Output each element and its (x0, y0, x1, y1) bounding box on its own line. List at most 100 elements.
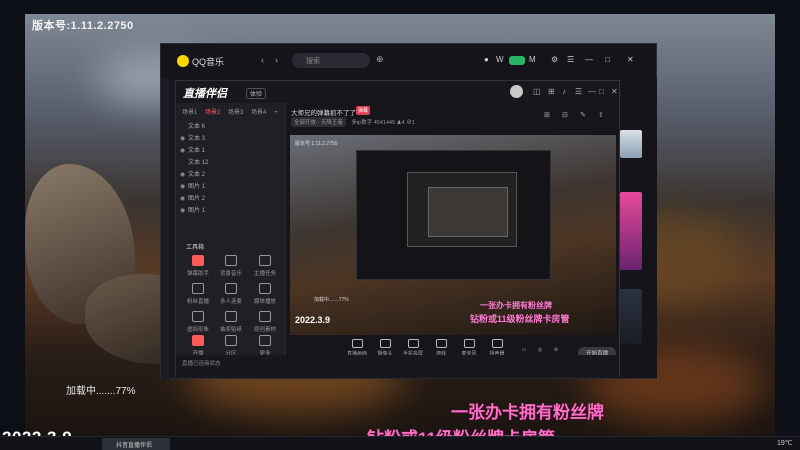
eye-icon[interactable]: ◉ (180, 147, 188, 154)
record-icon[interactable]: ▭ (518, 347, 530, 353)
source-item[interactable]: 文本 6 (180, 121, 280, 132)
eye-icon[interactable]: ◉ (180, 195, 188, 202)
taskbar-companion-button[interactable]: 抖音直播伴侣 (102, 438, 170, 450)
tool-more[interactable]: 更多 (250, 335, 280, 357)
room-lock-icon[interactable]: ⊞ (544, 111, 550, 119)
qq-title-bar: QQ音乐 ‹ › 搜索 ⊕ ● W M ⚙ ☰ — □ ✕ (161, 44, 656, 78)
tool-media-play[interactable]: 媒体播放 (250, 283, 280, 305)
microphone-icon (463, 339, 475, 348)
preview-nested-window (356, 150, 551, 280)
lottery-icon (225, 311, 237, 322)
stream-left-border (0, 14, 25, 436)
qq-forward-button[interactable]: › (275, 55, 278, 65)
eye-icon[interactable]: ◉ (180, 135, 188, 142)
tool-virtual-avatar[interactable]: 虚拟形象 (183, 311, 213, 333)
qq-user-initial: W (496, 55, 504, 64)
source-label: 文本 3 (188, 136, 206, 142)
tab-scene-1[interactable]: 场景1 (182, 110, 197, 116)
companion-menu-icon[interactable]: ☰ (575, 87, 582, 96)
info-icon[interactable]: ◎ (534, 347, 546, 353)
qq-poster-2[interactable] (620, 192, 642, 270)
more-icon (259, 335, 271, 346)
stream-top-border (0, 0, 800, 14)
tool-barrage-assistant[interactable]: 弹幕助手 (183, 255, 213, 277)
tool-background-music[interactable]: 背景音乐 (216, 255, 246, 277)
source-item[interactable]: ◉ 文本 1 (180, 145, 280, 156)
room-share-icon[interactable]: ⊟ (562, 111, 568, 119)
tool-multi-mic[interactable]: 多人连麦 (216, 283, 246, 305)
task-icon (259, 255, 271, 266)
room-settings-icon[interactable]: ⇪ (598, 111, 604, 119)
qq-menu-icon[interactable]: ☰ (567, 55, 574, 64)
mic-group-icon (225, 283, 237, 294)
source-item[interactable]: ◉ 文本 2 (180, 169, 280, 180)
companion-main-area: 大师兄的弹幕抓不了了 弹幕 全部开放 · 天降王者 多ip数字 4541445 … (286, 103, 619, 359)
tab-scene-4[interactable]: 场景4 (251, 110, 266, 116)
source-item[interactable]: ◉ 图片 2 (180, 193, 280, 204)
source-item[interactable]: ◉ 文本 3 (180, 133, 280, 144)
start-icon (192, 335, 204, 346)
companion-minimize-icon[interactable]: — (588, 87, 596, 96)
room-stats: 多ip数字 4541445 ♟4 ⊕1 (351, 120, 415, 126)
tool-category[interactable]: 分区 (216, 335, 246, 357)
qq-listen-icon[interactable]: ⊕ (376, 54, 384, 65)
preview-date: 2022.3.9 (295, 315, 331, 325)
stream-preview[interactable]: 版本号:1.11.2.2750 加载中.......77% 2022.3.9 一… (290, 135, 616, 335)
companion-title-tag: 体验 (246, 88, 267, 99)
qq-music-logo-icon (177, 55, 189, 67)
tool-lottery-sticker[interactable]: 抽奖贴纸 (216, 311, 246, 333)
tab-scene-3[interactable]: 场景3 (228, 110, 243, 116)
room-title[interactable]: 大师兄的弹幕抓不了了 (291, 107, 356, 117)
screen-icon (351, 339, 363, 348)
settings-icon[interactable]: ⚙ (550, 347, 562, 353)
qq-search-input[interactable]: 搜索 (292, 53, 370, 68)
qq-maximize-icon[interactable]: □ (605, 55, 610, 64)
taskbar-weather[interactable]: 19℃ (777, 439, 793, 447)
tool-original-material[interactable]: 原创素材 (250, 311, 280, 333)
companion-app-title: 直播伴侣 (183, 88, 227, 100)
tool-start[interactable]: 开播 (183, 335, 213, 357)
companion-avatar[interactable] (510, 85, 523, 98)
source-label: 图片 2 (188, 196, 206, 202)
qq-settings-icon[interactable]: ⚙ (551, 55, 558, 64)
eye-icon[interactable]: ◉ (180, 171, 188, 178)
qq-mail-icon[interactable]: M (529, 55, 536, 64)
qq-avatar-icon[interactable]: ● (484, 55, 489, 64)
stream-loading-label: 加载中.......77% (66, 386, 136, 397)
companion-close-icon[interactable]: ✕ (611, 87, 618, 96)
room-badge[interactable]: 弹幕 (356, 106, 371, 115)
qq-close-icon[interactable]: ✕ (627, 55, 634, 64)
companion-gift-icon[interactable]: ⊞ (548, 87, 555, 96)
room-category[interactable]: 全部开放 · 天降王者 (291, 117, 346, 127)
source-item[interactable]: ◉ 图片 1 (180, 205, 280, 216)
companion-skin-icon[interactable]: ◫ (533, 87, 541, 96)
qq-poster-1[interactable] (620, 130, 642, 158)
status-text: 直播已连接状态 (182, 361, 221, 367)
tool-host-task[interactable]: 主播任务 (250, 255, 280, 277)
source-label: 图片 1 (188, 208, 206, 214)
add-scene-icon[interactable]: + (274, 110, 278, 116)
source-label: 图片 1 (188, 184, 206, 190)
room-gift-icon[interactable]: ✎ (580, 111, 586, 119)
eye-icon[interactable]: ◉ (180, 207, 188, 214)
stream-version-label: 版本号:1.11.2.2750 (32, 20, 134, 32)
qq-sidebar (161, 78, 169, 380)
companion-maximize-icon[interactable]: □ (599, 87, 604, 96)
eye-icon[interactable]: ◉ (180, 183, 188, 190)
speaker-icon (491, 339, 503, 348)
scene-tabs: 场景1 场景2 场景3 场景4 + (182, 107, 284, 116)
preview-promo-1: 一张办卡拥有粉丝牌 (480, 301, 552, 310)
preview-version: 版本号:1.11.2.2750 (295, 141, 338, 147)
phone-icon (407, 339, 419, 348)
source-item[interactable]: ◉ 图片 1 (180, 181, 280, 192)
companion-bell-icon[interactable]: ♪ (562, 87, 566, 96)
qq-back-button[interactable]: ‹ (261, 55, 264, 65)
tool-fan-live[interactable]: 粉丝直播 (183, 283, 213, 305)
qq-poster-3[interactable] (620, 289, 642, 344)
qq-vip-badge[interactable] (509, 56, 525, 65)
tab-scene-2[interactable]: 场景2 (205, 110, 220, 116)
taskbar: 抖音直播伴侣 19℃ (0, 436, 800, 450)
qq-minimize-icon[interactable]: — (585, 55, 593, 64)
preview-loading: 加载中.......77% (314, 297, 349, 303)
source-item[interactable]: 文本 12 (180, 157, 280, 168)
